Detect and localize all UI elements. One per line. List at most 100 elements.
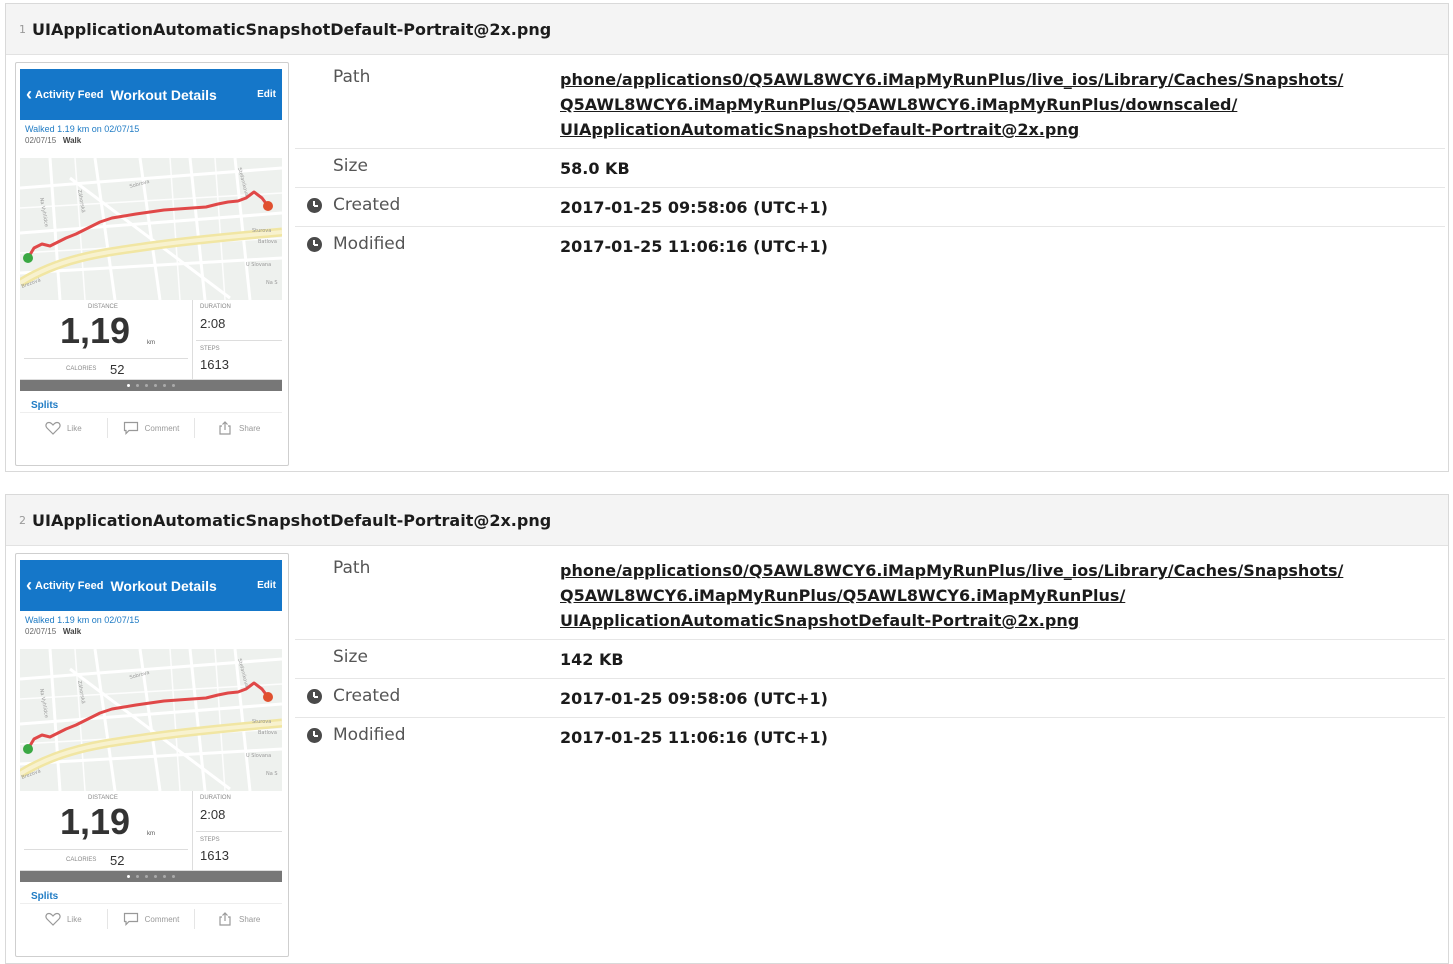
route-map-graphic: Sobrova Na Vyhlídce Záhorská Stefanikova… [20, 649, 282, 791]
map-label: Batlova [258, 730, 277, 736]
snapshot-thumbnail[interactable]: ‹ Activity Feed Workout Details Edit Walk… [15, 62, 289, 466]
like-label: Like [66, 423, 82, 433]
record-title: UIApplicationAutomaticSnapshotDefault-Po… [32, 19, 552, 39]
modified-value: 2017-01-25 11:06:16 (UTC+1) [560, 728, 828, 747]
back-button: ‹ Activity Feed [26, 84, 103, 105]
like-label: Like [66, 914, 82, 924]
calories-label: CALORIES [66, 857, 97, 863]
path-line[interactable]: Q5AWL8WCY6.iMapMyRunPlus/Q5AWL8WCY6.iMap… [560, 583, 1445, 608]
map-label: Na Vyhlídce [38, 688, 50, 718]
phone-snapshot: ‹ Activity Feed Workout Details Edit Walk… [20, 560, 282, 955]
page-dot [172, 384, 175, 387]
modified-value: 2017-01-25 11:06:16 (UTC+1) [560, 237, 828, 256]
like-button: Like [20, 418, 108, 438]
share-label: Share [239, 914, 261, 924]
phone-snapshot: ‹ Activity Feed Workout Details Edit Walk… [20, 69, 282, 464]
splits-link: Splits [20, 882, 282, 904]
steps-value: 1613 [200, 848, 229, 863]
page-dot [145, 875, 148, 878]
created-label: Created [333, 686, 401, 706]
page-dot [127, 875, 130, 878]
phone-nav-title: Workout Details [110, 86, 217, 103]
share-button: Share [195, 909, 282, 929]
file-properties: Path phone/applications0/Q5AWL8WCY6.iMap… [295, 60, 1445, 265]
workout-date: 02/07/15 [25, 136, 57, 145]
edit-button: Edit [257, 580, 276, 591]
duration-value: 2:08 [200, 807, 226, 822]
path-line[interactable]: Q5AWL8WCY6.iMapMyRunPlus/Q5AWL8WCY6.iMap… [560, 92, 1445, 117]
route-map: Sobrova Na Vyhlídce Záhorská Stefanikova… [20, 649, 282, 791]
heart-icon [45, 912, 61, 926]
clock-icon [306, 689, 322, 704]
page-indicator [20, 380, 282, 391]
map-label: Batlova [258, 239, 277, 245]
created-row: Created 2017-01-25 09:58:06 (UTC+1) [295, 188, 1445, 227]
map-label: Sturova [252, 719, 271, 725]
phone-nav-title: Workout Details [110, 577, 217, 594]
size-row: Size 142 KB [295, 640, 1445, 679]
steps-label: STEPS [200, 837, 220, 843]
share-icon [219, 421, 231, 435]
path-row: Path phone/applications0/Q5AWL8WCY6.iMap… [295, 551, 1445, 640]
chevron-left-icon: ‹ [26, 84, 32, 104]
modified-row: Modified 2017-01-25 11:06:16 (UTC+1) [295, 227, 1445, 265]
clock-icon [306, 728, 322, 743]
created-value: 2017-01-25 09:58:06 (UTC+1) [560, 689, 828, 708]
workout-stats: DISTANCE 1,19 km CALORIES 52 DURATION 2:… [20, 300, 282, 380]
file-record-card: 1 UIApplicationAutomaticSnapshotDefault-… [5, 3, 1449, 472]
share-button: Share [195, 418, 282, 438]
distance-unit: km [147, 340, 155, 346]
distance-unit: km [147, 831, 155, 837]
path-line[interactable]: UIApplicationAutomaticSnapshotDefault-Po… [560, 608, 1445, 633]
path-link[interactable]: phone/applications0/Q5AWL8WCY6.iMapMyRun… [560, 60, 1445, 148]
path-line[interactable]: phone/applications0/Q5AWL8WCY6.iMapMyRun… [560, 558, 1445, 583]
workout-date-line: 02/07/15 Walk [25, 627, 277, 636]
back-label: Activity Feed [35, 579, 104, 592]
file-properties: Path phone/applications0/Q5AWL8WCY6.iMap… [295, 551, 1445, 756]
size-value: 58.0 KB [560, 159, 630, 178]
page-dot [163, 875, 166, 878]
path-line[interactable]: UIApplicationAutomaticSnapshotDefault-Po… [560, 117, 1445, 142]
path-row: Path phone/applications0/Q5AWL8WCY6.iMap… [295, 60, 1445, 149]
page-dot [154, 384, 157, 387]
workout-summary: Walked 1.19 km on 02/07/15 02/07/15 Walk [20, 611, 282, 649]
comment-button: Comment [108, 909, 196, 929]
created-row: Created 2017-01-25 09:58:06 (UTC+1) [295, 679, 1445, 718]
created-label: Created [333, 195, 401, 215]
workout-activity: Walk [62, 627, 82, 636]
workout-date: 02/07/15 [25, 627, 57, 636]
comment-button: Comment [108, 418, 196, 438]
file-record-card: 2 UIApplicationAutomaticSnapshotDefault-… [5, 494, 1449, 964]
size-label: Size [333, 647, 368, 667]
modified-label: Modified [333, 234, 406, 254]
duration-label: DURATION [200, 304, 231, 310]
file-record-header: 1 UIApplicationAutomaticSnapshotDefault-… [6, 4, 1448, 55]
share-label: Share [239, 423, 261, 433]
page-dot [136, 384, 139, 387]
heart-icon [45, 421, 61, 435]
splits-link: Splits [20, 391, 282, 413]
workout-activity: Walk [62, 136, 82, 145]
modified-label: Modified [333, 725, 406, 745]
phone-nav-bar: ‹ Activity Feed Workout Details Edit [20, 560, 282, 611]
size-value: 142 KB [560, 650, 624, 669]
path-link[interactable]: phone/applications0/Q5AWL8WCY6.iMapMyRun… [560, 551, 1445, 639]
map-label: Na Vyhlídce [38, 197, 50, 227]
route-map: Sobrova Na Vyhlídce Záhorská Stefanikova… [20, 158, 282, 300]
social-actions: Like Comment Share [20, 904, 282, 934]
edit-button: Edit [257, 89, 276, 100]
workout-summary-text: Walked 1.19 km on 02/07/15 [25, 615, 140, 625]
workout-stats: DISTANCE 1,19 km CALORIES 52 DURATION 2:… [20, 791, 282, 871]
comment-icon [123, 421, 138, 435]
workout-summary: Walked 1.19 km on 02/07/15 02/07/15 Walk [20, 120, 282, 158]
distance-value: 1,19 [60, 801, 131, 842]
social-actions: Like Comment Share [20, 413, 282, 443]
page-dot [136, 875, 139, 878]
snapshot-thumbnail[interactable]: ‹ Activity Feed Workout Details Edit Walk… [15, 553, 289, 957]
duration-label: DURATION [200, 795, 231, 801]
path-line[interactable]: phone/applications0/Q5AWL8WCY6.iMapMyRun… [560, 67, 1445, 92]
calories-value: 52 [110, 853, 125, 868]
map-label: Na S [266, 280, 278, 286]
back-button: ‹ Activity Feed [26, 575, 103, 596]
workout-summary-text: Walked 1.19 km on 02/07/15 [25, 124, 140, 134]
